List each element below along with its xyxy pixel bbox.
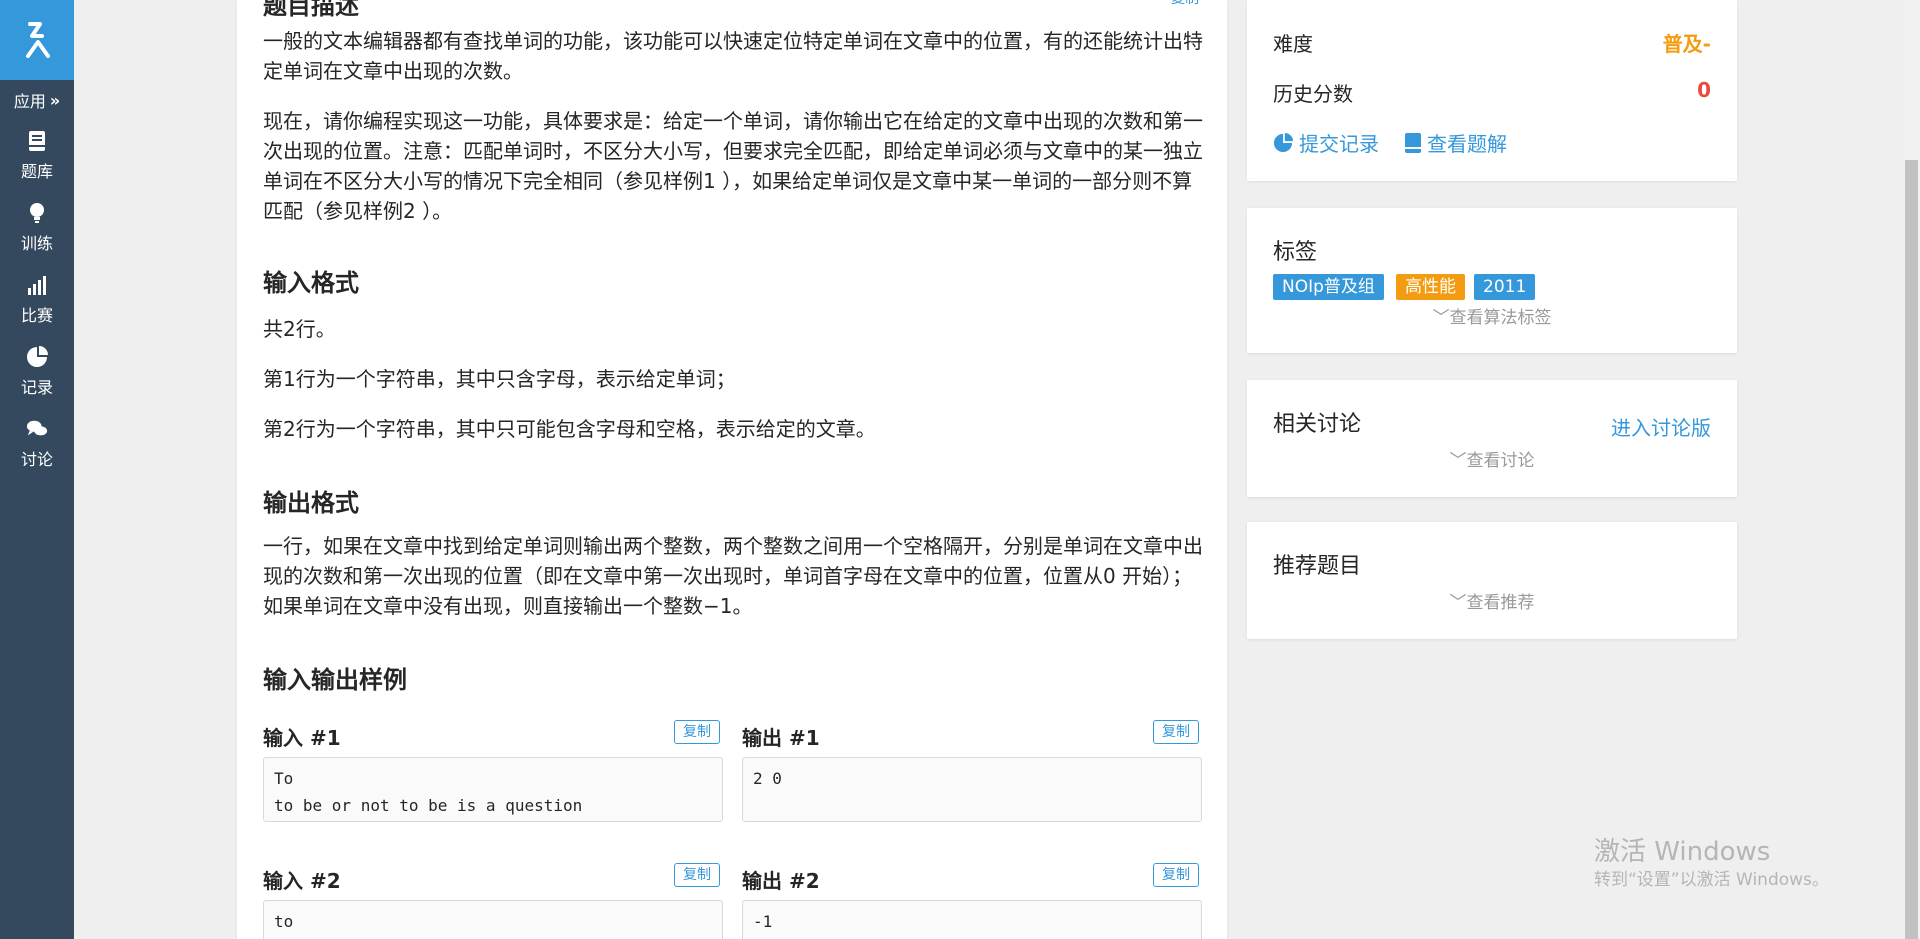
- copy-input-button[interactable]: 复制: [674, 863, 720, 887]
- book-icon: [29, 131, 45, 151]
- sidebar-item-discuss[interactable]: 讨论: [0, 408, 74, 480]
- tags-card: 标签 NOIp普及组 高性能 2011 ﹀查看算法标签: [1247, 208, 1737, 353]
- description-paragraph-1: 一般的文本编辑器都有查找单词的功能，该功能可以快速定位特定单词在文章中的位置，有…: [263, 29, 1203, 83]
- double-chevron-right-icon: »: [49, 90, 61, 110]
- pie-chart-icon: [27, 346, 48, 367]
- sample-input-label: 输入 #2: [263, 869, 341, 893]
- chevron-down-icon: ﹀: [1449, 451, 1467, 471]
- sidebar-item-label: 讨论: [20, 450, 53, 469]
- view-recommend-label: 查看推荐: [1466, 593, 1535, 613]
- discussion-title: 相关讨论: [1273, 412, 1362, 437]
- sample-input-code[interactable]: to Did the Ottoman Empire lose its power…: [263, 900, 723, 939]
- input-format-line-1: 共2行。: [263, 317, 336, 341]
- sidebar-item-records[interactable]: 记录: [0, 336, 74, 408]
- view-algorithm-tags[interactable]: ﹀查看算法标签: [1247, 303, 1737, 328]
- samples-title: 输入输出样例: [263, 666, 407, 694]
- view-discussion[interactable]: ﹀查看讨论: [1247, 446, 1737, 471]
- book-icon: [1405, 132, 1421, 153]
- description-title: 题目描述: [263, 0, 359, 20]
- bar-chart-icon: [28, 276, 46, 295]
- pie-chart-icon: [1273, 132, 1293, 152]
- output-format-text: 一行，如果在文章中找到给定单词则输出两个整数，两个整数之间用一个空格隔开，分别是…: [263, 534, 1203, 618]
- description-paragraph-2: 现在，请你编程实现这一功能，具体要求是：给定一个单词，请你输出它在给定的文章中出…: [263, 109, 1203, 223]
- submit-records-link[interactable]: 提交记录: [1273, 128, 1379, 157]
- input-format-line-2: 第1行为一个字符串，其中只含字母，表示给定单词；: [263, 367, 736, 391]
- view-algorithm-tags-label: 查看算法标签: [1449, 308, 1552, 328]
- view-discussion-label: 查看讨论: [1466, 451, 1535, 471]
- app-sidebar: 应用 » 题库 训练 比赛 记录 讨论: [0, 0, 74, 939]
- sample-input-code[interactable]: To to be or not to be is a question: [263, 757, 723, 822]
- view-recommend[interactable]: ﹀查看推荐: [1247, 588, 1737, 613]
- tag-high-performance[interactable]: 高性能: [1396, 274, 1465, 300]
- problem-info-card: 难度 普及- 历史分数 0 提交记录 查看题解: [1247, 0, 1737, 181]
- watermark-line-1: 激活 Windows: [1594, 837, 1771, 867]
- input-format-title: 输入格式: [263, 269, 359, 297]
- apps-label: 应用: [13, 92, 46, 111]
- windows-activation-watermark: 激活 Windows 转到“设置”以激活 Windows。: [1594, 836, 1829, 892]
- output-format-title: 输出格式: [263, 489, 359, 517]
- copy-input-button[interactable]: 复制: [674, 720, 720, 744]
- copy-output-button[interactable]: 复制: [1153, 863, 1199, 887]
- apps-menu[interactable]: 应用 »: [0, 80, 74, 120]
- view-solutions-link[interactable]: 查看题解: [1405, 128, 1507, 157]
- sidebar-item-label: 题库: [20, 162, 53, 181]
- view-solutions-label: 查看题解: [1427, 132, 1507, 156]
- difficulty-label: 难度: [1273, 32, 1313, 56]
- recommend-title: 推荐题目: [1273, 554, 1362, 579]
- tag-year-2011[interactable]: 2011: [1474, 274, 1536, 300]
- history-score-value: 0: [1697, 78, 1711, 102]
- history-score-label: 历史分数: [1273, 82, 1353, 106]
- watermark-line-2: 转到“设置”以激活 Windows。: [1594, 870, 1829, 890]
- sample-input-label: 输入 #1: [263, 726, 341, 750]
- sidebar-item-problems[interactable]: 题库: [0, 120, 74, 192]
- sidebar-item-contests[interactable]: 比赛: [0, 264, 74, 336]
- lightbulb-icon: [30, 203, 44, 223]
- copy-output-button[interactable]: 复制: [1153, 720, 1199, 744]
- page-scrollbar[interactable]: [1903, 0, 1920, 939]
- chat-bubbles-icon: [26, 420, 48, 436]
- submit-records-label: 提交记录: [1299, 132, 1379, 156]
- recommend-card: 推荐题目 ﹀查看推荐: [1247, 522, 1737, 639]
- logo-icon: [26, 22, 50, 58]
- sample-output-code[interactable]: 2 0: [742, 757, 1202, 822]
- problem-content-card: 题目描述 复制 一般的文本编辑器都有查找单词的功能，该功能可以快速定位特定单词在…: [237, 0, 1227, 939]
- tags-title: 标签: [1273, 240, 1318, 265]
- sidebar-item-label: 比赛: [20, 306, 53, 325]
- chevron-down-icon: ﹀: [1432, 308, 1450, 328]
- sidebar-item-training[interactable]: 训练: [0, 192, 74, 264]
- sample-output-label: 输出 #2: [742, 869, 820, 893]
- scrollbar-thumb[interactable]: [1905, 160, 1918, 939]
- copy-link-top[interactable]: 复制: [1171, 0, 1199, 8]
- luogu-logo[interactable]: [0, 0, 74, 80]
- sidebar-item-label: 训练: [20, 234, 53, 253]
- chevron-down-icon: ﹀: [1449, 593, 1467, 613]
- sample-output-code[interactable]: -1: [742, 900, 1202, 939]
- input-format-line-3: 第2行为一个字符串，其中只可能包含字母和空格，表示给定的文章。: [263, 417, 876, 441]
- difficulty-value[interactable]: 普及-: [1663, 28, 1711, 57]
- sample-output-label: 输出 #1: [742, 726, 820, 750]
- sidebar-item-label: 记录: [20, 378, 53, 397]
- enter-forum-link[interactable]: 进入讨论版: [1611, 412, 1711, 441]
- tag-noip-popularization[interactable]: NOIp普及组: [1273, 274, 1384, 300]
- discussion-card: 相关讨论 进入讨论版 ﹀查看讨论: [1247, 380, 1737, 497]
